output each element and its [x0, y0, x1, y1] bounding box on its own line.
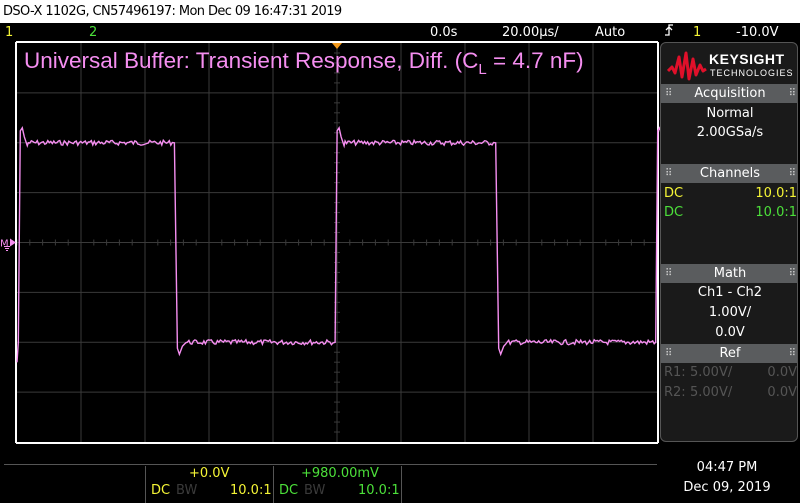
waveform-annotation: Universal Buffer: Transient Response, Di… [24, 48, 584, 78]
clock-time: 04:47 PM [696, 460, 758, 475]
channel-2-coupling-bottom: DC [279, 483, 299, 498]
drag-grip-icon[interactable]: ⠿ [789, 164, 796, 183]
keysight-logo: KEYSIGHT TECHNOLOGIES [667, 47, 795, 87]
drag-grip-icon[interactable]: ⠿ [665, 264, 672, 283]
ref-2-offset: 0.0V [767, 385, 797, 400]
channel-2-probe: 10.0:1 [755, 205, 797, 220]
divider [4, 464, 237, 465]
sidebar-panel: KEYSIGHT TECHNOLOGIES ⠿ Acquisition ⠿ No… [660, 42, 798, 442]
drag-grip-icon[interactable]: ⠿ [789, 84, 796, 103]
ref-1-scale: 5.00V/ [690, 365, 733, 380]
drag-grip-icon[interactable]: ⠿ [665, 84, 672, 103]
brand-subtitle: TECHNOLOGIES [710, 68, 794, 78]
trigger-source[interactable]: 1 [693, 23, 701, 42]
drag-grip-icon[interactable]: ⠿ [789, 344, 796, 363]
rising-edge-icon [664, 23, 674, 43]
ref-2-name: R2: [664, 385, 686, 400]
sample-rate: 2.00GSa/s [696, 125, 764, 140]
trigger-level[interactable]: -10.0V [736, 23, 779, 42]
channel-2-bw-limit: BW [304, 483, 326, 498]
channel-1-coupling-bottom: DC [151, 483, 171, 498]
acquisition-mode: Normal [706, 106, 754, 121]
ref-1-name: R1: [664, 365, 686, 380]
channel-2-probe-bottom: 10.0:1 [358, 483, 400, 498]
math-offset: 0.0V [715, 325, 745, 340]
math-ground-marker-label: M [0, 239, 9, 250]
math-scale: 1.00V/ [708, 305, 752, 320]
drag-grip-icon[interactable]: ⠿ [789, 264, 796, 283]
keysight-wave-icon [667, 51, 707, 81]
channel-1-bw-limit: BW [176, 483, 198, 498]
math-header[interactable]: ⠿ Math ⠿ [661, 264, 797, 283]
brand-name: KEYSIGHT [709, 51, 785, 67]
channel-1-softkey[interactable]: +0.0V DC BW 10.0:1 [145, 466, 273, 503]
channel-2-coupling: DC [664, 205, 684, 220]
drag-grip-icon[interactable]: ⠿ [665, 164, 672, 183]
ref-header[interactable]: ⠿ Ref ⠿ [661, 344, 797, 363]
channel-2-softkey[interactable]: +980.00mV DC BW 10.0:1 [273, 466, 402, 503]
channel-1-coupling: DC [664, 186, 684, 201]
channel-2-offset: +980.00mV [301, 466, 379, 481]
math-function: Ch1 - Ch2 [697, 285, 763, 300]
ref-1-offset: 0.0V [767, 365, 797, 380]
channel-1-probe-bottom: 10.0:1 [230, 483, 272, 498]
drag-grip-icon[interactable]: ⠿ [665, 344, 672, 363]
channel-1-offset: +0.0V [189, 466, 230, 481]
acquisition-header[interactable]: ⠿ Acquisition ⠿ [661, 84, 797, 103]
channel-1-probe: 10.0:1 [755, 186, 797, 201]
channels-header[interactable]: ⠿ Channels ⠿ [661, 164, 797, 183]
clock-date: Dec 09, 2019 [683, 480, 771, 495]
ref-2-scale: 5.00V/ [690, 385, 733, 400]
divider [237, 464, 657, 465]
